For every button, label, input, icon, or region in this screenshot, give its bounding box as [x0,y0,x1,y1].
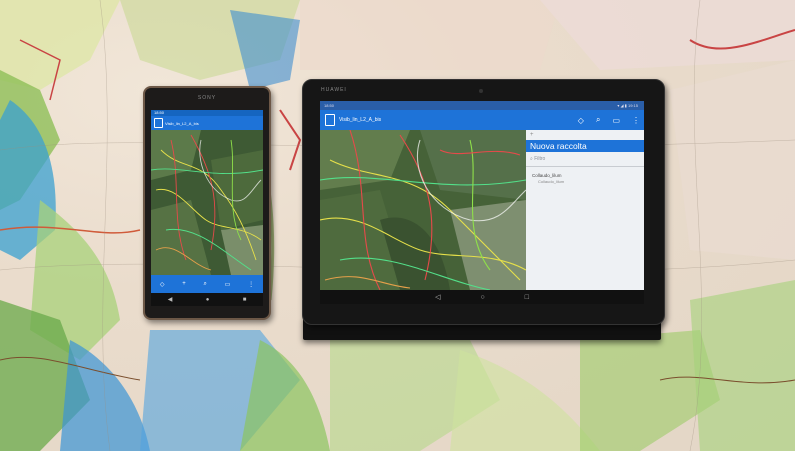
tablet-nav-bar: ◁ ○ □ [320,290,644,304]
tablet-app-actions: ◇ ⌕ ▭ ⋮ [578,110,640,130]
layers-icon[interactable]: ▭ [225,281,231,288]
tablet-brand: HUAWEI [321,87,347,93]
camera-icon [479,89,483,93]
plus-icon[interactable]: + [182,281,186,287]
list-item-subtitle: Collaudo_lilum [538,179,565,184]
phone-satellite-map[interactable] [151,130,263,275]
filter-input[interactable]: ⌕ Filtro [526,152,644,167]
home-icon[interactable]: ● [206,297,210,303]
diamond-icon[interactable]: ◇ [160,281,165,288]
back-icon[interactable]: ◁ [435,293,440,301]
search-icon[interactable]: ⌕ [596,115,600,125]
phone-bottom-toolbar: ◇ + ⌕ ▭ ⋮ [151,275,263,293]
search-icon[interactable]: ⌕ [204,281,207,288]
recents-icon[interactable]: □ [525,294,529,301]
more-icon[interactable]: ⋮ [632,116,640,125]
search-icon: ⌕ [530,156,533,162]
smartphone: SONY 18:50 Visib_lin_L2_A_bis ◇ + ⌕ ▭ ⋮ … [143,86,271,320]
phone-app-title: Visib_lin_L2_A_bis [165,120,199,126]
tablet-status-right: ▾ ◢ ▮ 19:15 [617,103,638,108]
tablet-status-left: 18:50 [324,103,335,108]
panel-add-icon[interactable]: + [526,130,644,140]
layers-icon[interactable]: ▭ [612,116,620,125]
home-icon[interactable]: ○ [480,294,484,301]
document-icon [325,114,335,126]
collection-panel: + Nuova raccolta ⌕ Filtro Collaudo_lilum… [526,130,644,290]
list-item[interactable]: Collaudo_lilum Collaudo_lilum [532,173,644,184]
phone-screen: 18:50 Visib_lin_L2_A_bis ◇ + ⌕ ▭ ⋮ ◀ ● ■ [151,110,263,306]
tablet-satellite-map[interactable] [320,130,526,290]
tablet-screen: 18:50 ▾ ◢ ▮ 19:15 Visib_lin_L2_A_bis ◇ ⌕… [320,101,644,304]
tablet-app-title: Visib_lin_L2_A_bis [339,117,382,123]
diamond-icon[interactable]: ◇ [578,116,584,125]
tablet-app-bar: Visib_lin_L2_A_bis ◇ ⌕ ▭ ⋮ [320,110,644,130]
document-icon [154,118,163,128]
recents-icon[interactable]: ■ [243,297,247,303]
photo-scene: SONY 18:50 Visib_lin_L2_A_bis ◇ + ⌕ ▭ ⋮ … [0,0,795,451]
filter-placeholder: Filtro [534,156,546,162]
new-collection-button[interactable]: Nuova raccolta [526,140,644,152]
tablet: HUAWEI 18:50 ▾ ◢ ▮ 19:15 Visib_lin_L2_A_… [302,79,665,325]
more-icon[interactable]: ⋮ [248,281,254,288]
phone-nav-bar: ◀ ● ■ [151,293,263,306]
list-item-title: Collaudo_lilum [532,173,562,178]
phone-brand: SONY [197,95,217,101]
tablet-status-bar: 18:50 ▾ ◢ ▮ 19:15 [320,101,644,110]
back-icon[interactable]: ◀ [168,296,173,303]
phone-app-bar: Visib_lin_L2_A_bis [151,116,263,130]
